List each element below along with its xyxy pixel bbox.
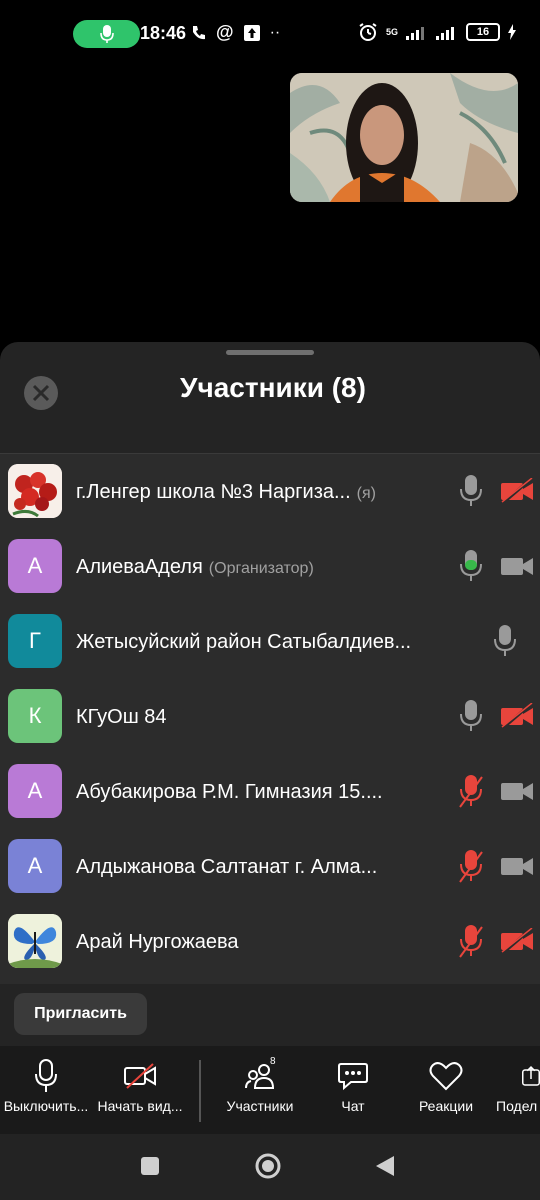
participant-name-text: АлиеваАделя: [76, 556, 203, 578]
participant-name: АлиеваАделя (Организатор): [76, 556, 314, 579]
participants-count-badge: 8: [270, 1056, 276, 1067]
upload-icon: [243, 24, 260, 41]
mute-button[interactable]: Выключить...: [0, 1058, 96, 1114]
camera-icon[interactable]: [500, 778, 534, 804]
chat-icon: [338, 1063, 368, 1091]
back-button[interactable]: [374, 1154, 396, 1178]
toolbar-divider: [199, 1060, 201, 1122]
avatar: [8, 914, 62, 968]
microphone-muted-icon[interactable]: [459, 849, 483, 883]
drag-handle[interactable]: [226, 350, 314, 355]
participant-name: КГуОш 84: [76, 706, 167, 729]
microphone-muted-icon[interactable]: [459, 774, 483, 808]
participant-name: Алдыжанова Салтанат г. Алма...: [76, 856, 377, 879]
system-navigation-bar: [0, 1134, 540, 1200]
battery-level: 16: [476, 26, 490, 38]
participant-name-text: Арай Нургожаева: [76, 931, 239, 953]
meeting-toolbar: Выключить... Начать вид... 8 Участники Ч…: [0, 1046, 540, 1134]
chat-label: Чат: [341, 1098, 365, 1114]
participant-name-text: Жетысуйский район Сатыбалдиев...: [76, 631, 412, 653]
participant-name: Арай Нургожаева: [76, 931, 239, 954]
microphone-icon: [35, 1059, 57, 1092]
participants-button[interactable]: 8 Участники: [210, 1056, 310, 1114]
microphone-active-icon[interactable]: [459, 549, 483, 583]
status-time: 18:46: [140, 23, 187, 43]
more-notifications-icon: ··: [269, 23, 281, 41]
microphone-icon[interactable]: [459, 474, 483, 508]
reactions-label: Реакции: [418, 1098, 474, 1114]
participant-name: Жетысуйский район Сатыбалдиев...: [76, 631, 411, 654]
avatar: А: [8, 839, 62, 893]
avatar-letter: А: [27, 853, 43, 878]
charging-icon: [508, 24, 516, 40]
video-feed-image: [290, 73, 518, 202]
invite-button[interactable]: Пригласить: [14, 993, 147, 1035]
participant-name: г.Ленгер школа №3 Наргиза... (я): [76, 481, 376, 504]
participants-label: Участники: [226, 1098, 294, 1114]
home-button[interactable]: [254, 1152, 282, 1180]
signal-icon-2: [436, 27, 454, 40]
system-icons: 5G 16: [358, 22, 516, 42]
camera-off-icon[interactable]: [500, 928, 534, 954]
participant-row[interactable]: Арай Нургожаева: [0, 904, 540, 979]
camera-icon[interactable]: [500, 553, 534, 579]
camera-off-icon[interactable]: [500, 703, 534, 729]
at-icon: @: [216, 22, 234, 42]
recents-button[interactable]: [140, 1156, 160, 1176]
participant-row[interactable]: г.Ленгер школа №3 Наргиза... (я): [0, 454, 540, 529]
participant-name: Абубакирова Р.М. Гимназия 15....: [76, 781, 383, 804]
participant-name-text: Абубакирова Р.М. Гимназия 15....: [76, 781, 383, 803]
avatar-letter: А: [27, 778, 43, 803]
avatar: А: [8, 764, 62, 818]
avatar-letter: Г: [29, 628, 41, 653]
roses-avatar-image: [8, 464, 62, 518]
participant-tag: (Организатор): [208, 560, 314, 577]
participant-row[interactable]: А АлиеваАделя (Организатор): [0, 529, 540, 604]
microphone-icon[interactable]: [459, 699, 483, 733]
chat-button[interactable]: Чат: [303, 1058, 403, 1114]
microphone-icon: [99, 25, 114, 43]
share-label: Подел: [496, 1098, 538, 1114]
butterfly-avatar-image: [8, 914, 62, 968]
notification-icons: @ ··: [190, 22, 280, 43]
share-button[interactable]: Подел: [488, 1058, 540, 1114]
panel-title: Участники (8): [180, 372, 366, 403]
network-type: 5G: [385, 26, 398, 37]
participant-name-text: Алдыжанова Салтанат г. Алма...: [76, 856, 378, 878]
avatar: [8, 464, 62, 518]
missed-call-icon: [193, 25, 205, 39]
participant-row[interactable]: А Абубакирова Р.М. Гимназия 15....: [0, 754, 540, 829]
avatar: Г: [8, 614, 62, 668]
start-video-button[interactable]: Начать вид...: [90, 1058, 190, 1114]
avatar-letter: А: [27, 553, 43, 578]
mute-label: Выключить...: [3, 1098, 89, 1114]
microphone-icon[interactable]: [493, 624, 517, 658]
share-icon: [522, 1065, 540, 1086]
reactions-button[interactable]: Реакции: [396, 1058, 496, 1114]
participant-row[interactable]: А Алдыжанова Салтанат г. Алма...: [0, 829, 540, 904]
participant-list[interactable]: г.Ленгер школа №3 Наргиза... (я) А Алиева…: [0, 453, 540, 984]
battery-icon: 16: [466, 23, 500, 41]
participants-panel: Участники (8) г.Ленгер школа №3 Наргиза.…: [0, 342, 540, 1046]
camera-off-icon: [124, 1063, 156, 1089]
signal-icon: [406, 27, 424, 40]
start-video-label: Начать вид...: [97, 1098, 183, 1114]
participant-tag: (я): [356, 485, 376, 502]
participant-name-text: КГуОш 84: [76, 706, 167, 728]
status-bar: 18:46 @ ·· 5G 16: [0, 0, 540, 68]
avatar-letter: К: [28, 703, 42, 728]
microphone-muted-icon[interactable]: [459, 924, 483, 958]
participant-row[interactable]: К КГуОш 84: [0, 679, 540, 754]
heart-icon: [429, 1062, 463, 1091]
camera-off-icon[interactable]: [500, 478, 534, 504]
participant-name-text: г.Ленгер школа №3 Наргиза...: [76, 481, 351, 503]
self-video-preview[interactable]: [290, 73, 518, 202]
active-mic-indicator[interactable]: [73, 20, 140, 48]
alarm-icon: [359, 23, 377, 41]
participant-row[interactable]: Г Жетысуйский район Сатыбалдиев...: [0, 604, 540, 679]
avatar: К: [8, 689, 62, 743]
avatar: А: [8, 539, 62, 593]
camera-icon[interactable]: [500, 853, 534, 879]
